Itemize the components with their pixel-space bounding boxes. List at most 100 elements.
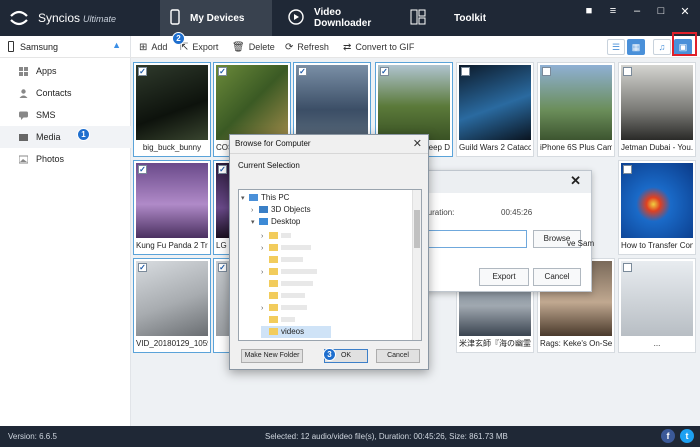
tree-item-blurred[interactable]: › — [261, 242, 311, 254]
eject-icon[interactable]: ▲ — [112, 40, 121, 50]
media-tile[interactable]: Jetman Dubai - You... — [618, 62, 696, 157]
folder-icon — [269, 304, 278, 312]
media-tile[interactable]: ✓ big_buck_bunny — [133, 62, 211, 157]
media-tile[interactable]: ... — [618, 258, 696, 353]
list-view-button[interactable]: ☰ — [607, 39, 625, 55]
folder-icon — [269, 328, 278, 336]
tree-item-blurred[interactable]: › — [261, 230, 291, 242]
tree-item-blurred[interactable] — [261, 314, 295, 326]
video-thumbnail — [621, 261, 693, 336]
tile-caption: big_buck_bunny — [142, 143, 202, 152]
tile-checkbox[interactable]: ✓ — [138, 165, 147, 174]
media-tile[interactable]: ✓ VID_20180129_105951 — [133, 258, 211, 353]
blurred-label — [281, 317, 295, 323]
tile-checkbox[interactable]: ✓ — [218, 165, 227, 174]
title-divider — [230, 153, 428, 154]
tab-video-downloader[interactable]: Video Downloader — [278, 0, 398, 36]
tree-item-desktop[interactable]: ▾ Desktop — [251, 216, 300, 228]
tile-caption: ... — [653, 339, 661, 348]
export-cancel-button[interactable]: Cancel — [533, 268, 581, 286]
sidebar-item-media[interactable]: Media — [0, 126, 131, 148]
folder-tree[interactable]: ▾This PC ›3D Objects ▾Desktop › › › › — [238, 189, 422, 341]
export-confirm-button[interactable]: Export — [479, 268, 529, 286]
music-note-icon: ♫ — [658, 42, 666, 52]
sidebar-item-apps[interactable]: Apps — [0, 60, 131, 82]
version-label: Version: 6.6.5 — [8, 432, 57, 441]
export-button[interactable]: ⇱ Export — [180, 36, 218, 58]
video-thumbnail — [378, 65, 450, 140]
dialog-title: Browse for Computer — [235, 139, 311, 148]
tab-toolkit[interactable]: Toolkit — [400, 0, 500, 36]
sidebar-item-sms[interactable]: SMS — [0, 104, 131, 126]
collapse-arrow-icon[interactable]: ▾ — [241, 193, 249, 205]
close-icon[interactable]: ✕ — [678, 5, 692, 18]
scrollbar-thumb[interactable] — [414, 210, 420, 248]
music-icon — [19, 133, 28, 141]
delete-button[interactable]: 🗑 Delete — [232, 36, 275, 58]
tree-item-3d-objects[interactable]: › 3D Objects — [251, 204, 311, 216]
blurred-label — [281, 257, 303, 263]
toolbar: ⊞ Add ⇱ Export 🗑 Delete ⟳ Refresh ⇄ Convert t… — [131, 36, 700, 58]
current-selection-label: Current Selection — [238, 161, 300, 170]
music-filter-button[interactable]: ♫ — [653, 39, 671, 55]
tree-item-this-pc[interactable]: ▾ This PC — [241, 192, 289, 204]
tile-caption: 米津玄師『海の幽霊』... — [459, 339, 531, 348]
tree-item-blurred[interactable] — [261, 290, 305, 302]
video-thumbnail — [296, 65, 368, 140]
tile-checkbox[interactable]: ✓ — [138, 67, 147, 76]
close-icon[interactable]: ✕ — [413, 137, 422, 150]
close-icon[interactable]: ✕ — [570, 173, 581, 189]
tile-checkbox[interactable]: ✓ — [218, 263, 227, 272]
video-thumbnail — [136, 65, 208, 140]
media-tile[interactable]: iPhone 6S Plus Came... — [537, 62, 615, 157]
tree-item-blurred[interactable]: › — [261, 266, 317, 278]
tree-item-blurred[interactable] — [261, 278, 313, 290]
twitter-icon[interactable]: t — [680, 429, 694, 443]
grid-view-button[interactable]: ▦ — [627, 39, 645, 55]
step-badge-1: 1 — [77, 128, 90, 141]
tile-checkbox[interactable] — [542, 67, 551, 76]
desktop-icon — [259, 218, 268, 226]
menu-icon[interactable]: ≡ — [606, 5, 620, 18]
convert-gif-button[interactable]: ⇄ Convert to GIF — [343, 36, 414, 58]
highlight-box — [672, 32, 697, 56]
refresh-button[interactable]: ⟳ Refresh — [285, 36, 329, 58]
tile-checkbox[interactable]: ✓ — [380, 67, 389, 76]
minimize-icon[interactable]: – — [630, 5, 644, 18]
tile-checkbox[interactable] — [623, 263, 632, 272]
media-tile[interactable]: Guild Wars 2 Catacо... — [456, 62, 534, 157]
tree-item-videos[interactable]: videos — [261, 326, 331, 338]
folder-icon — [269, 268, 278, 276]
cancel-button[interactable]: Cancel — [376, 349, 420, 363]
tile-caption: iPhone 6S Plus Came... — [540, 143, 612, 152]
facebook-icon[interactable]: f — [661, 429, 675, 443]
blurred-label — [281, 305, 307, 311]
tree-item-blurred[interactable]: › — [261, 302, 307, 314]
tile-checkbox[interactable]: ✓ — [298, 67, 307, 76]
device-selector[interactable]: Samsung ▲ — [0, 36, 131, 58]
media-tile[interactable]: How to Transfer Con... — [618, 160, 696, 255]
tile-caption: Jetman Dubai - You... — [621, 143, 693, 152]
maximize-icon[interactable]: □ — [654, 5, 668, 18]
make-new-folder-button[interactable]: Make New Folder — [241, 349, 303, 363]
tile-checkbox[interactable] — [461, 67, 470, 76]
tile-checkbox[interactable] — [623, 165, 632, 174]
sidebar-item-contacts[interactable]: Contacts — [0, 82, 131, 104]
chat-icon — [19, 111, 28, 120]
feedback-icon[interactable]: ■ — [582, 5, 596, 18]
tile-caption: Kung Fu Panda 2 Trai... — [136, 241, 208, 250]
window-controls: ■ ≡ – □ ✕ — [582, 5, 692, 18]
media-tile[interactable]: ✓ Kung Fu Panda 2 Trai... — [133, 160, 211, 255]
tile-checkbox[interactable] — [623, 67, 632, 76]
tree-scrollbar[interactable] — [412, 190, 421, 340]
tree-item-blurred[interactable] — [261, 254, 303, 266]
video-thumbnail — [136, 163, 208, 238]
tile-checkbox[interactable]: ✓ — [218, 67, 227, 76]
tab-my-devices[interactable]: My Devices — [160, 0, 272, 36]
tile-caption: How to Transfer Con... — [621, 241, 693, 250]
add-button[interactable]: ⊞ Add — [139, 36, 167, 58]
sidebar-item-photos[interactable]: Photos — [0, 148, 131, 170]
browse-folder-dialog: Browse for Computer ✕ Current Selection … — [229, 134, 429, 370]
tile-checkbox[interactable]: ✓ — [138, 263, 147, 272]
collapse-arrow-icon[interactable]: ▾ — [251, 217, 259, 229]
